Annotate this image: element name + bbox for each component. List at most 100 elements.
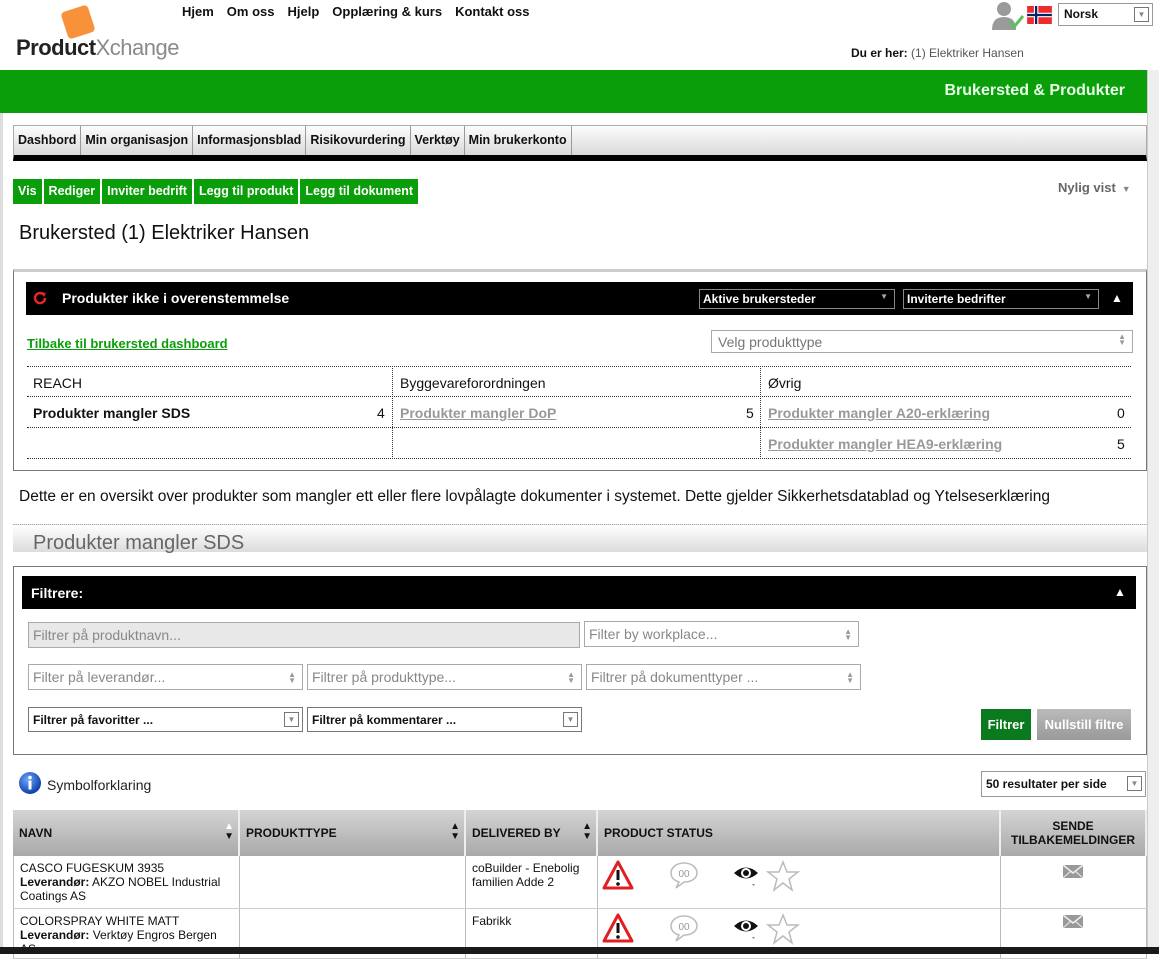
column-divider — [760, 366, 761, 459]
taskbar — [0, 947, 1159, 954]
supplier-label: Leverandør: — [20, 875, 90, 889]
missing-hea9-count: 5 — [1117, 436, 1125, 452]
product-type-filter-placeholder: Filtrer på produkttype... — [312, 669, 456, 685]
column-header-product-type-label: PRODUKTTYPE — [246, 826, 337, 840]
sort-icon[interactable]: ▲ ▼ — [582, 822, 592, 842]
tab-my-account[interactable]: Min brukerkonto — [465, 126, 572, 155]
reset-filters-button[interactable]: Nullstill filtre — [1037, 709, 1131, 740]
workplace-filter-select[interactable]: Filter by workplace... ▲ ▼ — [584, 621, 859, 647]
comment-icon[interactable]: 00 — [668, 913, 700, 943]
comment-icon[interactable]: 00 — [668, 860, 700, 890]
column-divider — [392, 366, 393, 459]
warning-icon[interactable] — [602, 913, 634, 943]
missing-dop-count: 5 — [746, 405, 754, 421]
topnav-home[interactable]: Hjem — [182, 4, 214, 19]
product-name[interactable]: COLORSPRAY WHITE MATT — [20, 914, 233, 928]
results-per-page-value: 50 resultater per side — [986, 777, 1107, 791]
recently-viewed-label: Nylig vist — [1058, 180, 1116, 195]
missing-sds-item[interactable]: Produkter mangler SDS — [33, 397, 190, 428]
topnav-about[interactable]: Om oss — [227, 4, 275, 19]
eye-icon[interactable] — [732, 860, 760, 890]
missing-dop-link[interactable]: Produkter mangler DoP — [400, 397, 556, 428]
results-per-page-select[interactable]: 50 resultater per side ▼ — [981, 771, 1146, 797]
add-product-button[interactable]: Legg til produkt — [193, 179, 299, 204]
invite-company-button[interactable]: Inviter bedrift — [102, 179, 192, 204]
tab-my-organization[interactable]: Min organisasjon — [81, 126, 194, 155]
product-name-placeholder: Filtrer på produktnavn... — [33, 627, 181, 643]
language-value: Norsk — [1064, 7, 1099, 21]
send-feedback-cell — [1001, 856, 1147, 908]
collapse-icon[interactable]: ▲ — [1114, 585, 1126, 599]
mail-icon[interactable] — [1062, 914, 1084, 930]
column-header-send-feedback: SENDE TILBAKEMELDINGER — [1001, 810, 1147, 856]
product-name-filter-input[interactable]: Filtrer på produktnavn... — [28, 622, 580, 648]
supplier-label: Leverandør: — [20, 928, 90, 942]
section-title: Produkter mangler SDS — [33, 532, 245, 554]
favorites-filter-value: Filtrer på favoritter ... — [33, 713, 154, 727]
product-type-filter-select[interactable]: Filtrer på produkttype... ▲ ▼ — [307, 664, 582, 690]
favorite-star-icon[interactable] — [766, 860, 800, 892]
topnav-training[interactable]: Opplæring & kurs — [332, 4, 442, 19]
updown-icon: ▲ ▼ — [846, 670, 854, 685]
norway-flag-icon[interactable] — [1027, 6, 1052, 24]
tab-risk-assessment[interactable]: Risikovurdering — [306, 126, 411, 155]
symbol-legend-link[interactable]: Symbolforklaring — [47, 777, 151, 793]
edit-button[interactable]: Rediger — [43, 179, 101, 204]
document-type-filter-select[interactable]: Filtrer på dokumenttyper ... ▲ ▼ — [586, 664, 861, 690]
filter-button[interactable]: Filtrer — [981, 709, 1031, 740]
product-name-cell[interactable]: CASCO FUGESKUM 3935 Leverandør: AKZO NOB… — [13, 856, 240, 908]
scrollbar[interactable] — [1147, 70, 1159, 954]
comments-filter-value: Filtrer på kommentarer ... — [312, 713, 457, 727]
mail-icon[interactable] — [1062, 864, 1084, 880]
view-button[interactable]: Vis — [13, 179, 42, 204]
breadcrumb-label: Du er her: — [851, 46, 908, 60]
recently-viewed-dropdown[interactable]: Nylig vist ▼ — [1058, 180, 1131, 195]
chevron-down-icon: ▼ — [1134, 7, 1149, 22]
active-workplaces-select[interactable]: Aktive brukersteder ▼ — [699, 289, 895, 309]
add-document-button[interactable]: Legg til dokument — [300, 179, 419, 204]
column-header-delivered-by[interactable]: DELIVERED BY ▲ ▼ — [466, 810, 598, 856]
favorite-star-icon[interactable] — [766, 913, 800, 945]
supplier-filter-select[interactable]: Filter på leverandør... ▲ ▼ — [28, 664, 303, 690]
logo[interactable]: ProductXchange — [16, 35, 179, 61]
grid-row: Produkter mangler SDS 4 Produkter mangle… — [27, 397, 1131, 428]
comments-filter-select[interactable]: Filtrer på kommentarer ... ▼ — [307, 707, 582, 732]
sort-icon[interactable]: ▲ ▼ — [224, 822, 234, 842]
product-name[interactable]: CASCO FUGESKUM 3935 — [20, 861, 233, 875]
breadcrumb-current[interactable]: (1) Elektriker Hansen — [911, 46, 1024, 60]
column-header-product-status-label: PRODUCT STATUS — [604, 826, 713, 840]
column-header-product-status: PRODUCT STATUS — [598, 810, 1001, 856]
favorites-filter-select[interactable]: Filtrer på favoritter ... ▼ — [28, 707, 303, 732]
updown-icon: ▲ ▼ — [1118, 332, 1126, 347]
invited-companies-select[interactable]: Inviterte bedrifter ▼ — [903, 289, 1099, 309]
collapse-icon[interactable]: ▲ — [1111, 291, 1123, 305]
missing-a20-link[interactable]: Produkter mangler A20-erklæring — [768, 397, 990, 428]
refresh-icon[interactable] — [33, 291, 47, 305]
column-header-cpr: Byggevareforordningen — [400, 375, 546, 391]
topnav-help[interactable]: Hjelp — [287, 4, 319, 19]
warning-icon[interactable] — [602, 860, 634, 890]
topnav-contact[interactable]: Kontakt oss — [455, 4, 529, 19]
eye-icon[interactable] — [732, 913, 760, 943]
delivered-by-cell: coBuilder - Enebolig familien Adde 2 — [466, 856, 598, 908]
chevron-down-icon: ▼ — [563, 712, 578, 727]
missing-hea9-link[interactable]: Produkter mangler HEA9-erklæring — [768, 428, 1002, 459]
product-type-select[interactable]: Velg produkttype ▲ ▼ — [711, 330, 1133, 353]
product-type-placeholder: Velg produkttype — [718, 334, 823, 350]
updown-icon: ▲ ▼ — [844, 627, 852, 642]
tab-tools[interactable]: Verktøy — [411, 126, 465, 155]
language-select[interactable]: Norsk ▼ — [1058, 3, 1153, 26]
column-header-name-label: NAVN — [19, 826, 53, 840]
back-to-dashboard-link[interactable]: Tilbake til brukersted dashboard — [27, 336, 228, 351]
column-header-product-type[interactable]: PRODUKTTYPE ▲ ▼ — [240, 810, 466, 856]
sort-icon[interactable]: ▲ ▼ — [450, 822, 460, 842]
logo-light-text: Xchange — [95, 35, 180, 60]
tab-info-sheets[interactable]: Informasjonsblad — [193, 126, 307, 155]
tab-dashboard[interactable]: Dashbord — [14, 126, 82, 155]
logo-bold-text: Product — [16, 35, 96, 60]
column-header-name[interactable]: NAVN ▲ ▼ — [13, 810, 240, 856]
info-icon[interactable] — [18, 771, 42, 795]
user-verified-icon[interactable] — [990, 0, 1024, 30]
chevron-down-icon: ▼ — [1084, 292, 1092, 301]
product-status-cell: 00 — [598, 856, 1001, 908]
